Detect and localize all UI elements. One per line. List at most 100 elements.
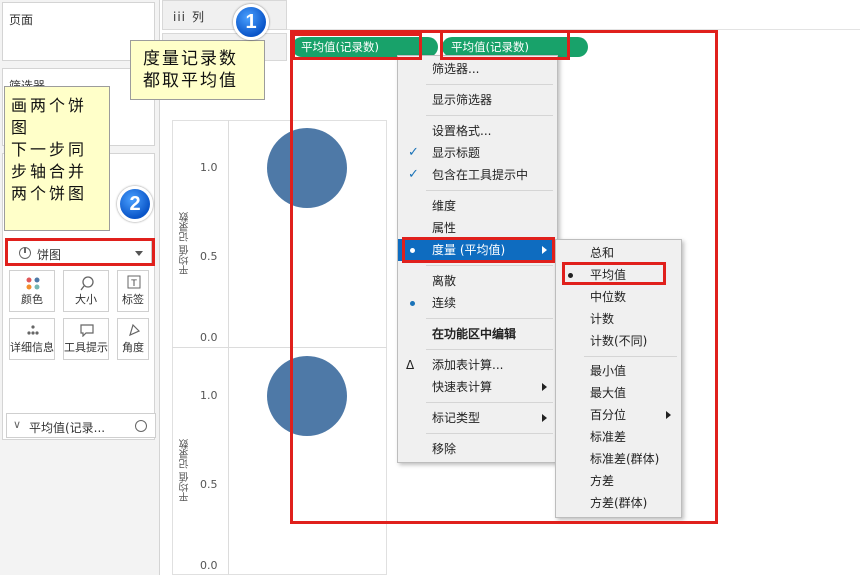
size-button[interactable]: 大小 — [63, 270, 109, 312]
menu-item-dimension[interactable]: 维度 — [398, 195, 557, 217]
tooltip-button[interactable]: 工具提示 — [63, 318, 109, 360]
callout-step1-line2: 都取平均值 — [143, 71, 238, 91]
bullet-icon — [568, 273, 573, 278]
callout-step2-line: 下一步同 — [11, 140, 88, 159]
menu-item-include-tooltip[interactable]: ✓ 包含在工具提示中 — [398, 164, 557, 186]
chevron-down-icon[interactable] — [135, 251, 143, 256]
callout-step1: 度量记录数 都取平均值 — [130, 40, 265, 100]
callout-step2-line: 图 — [11, 118, 28, 137]
submenu-item-median[interactable]: 中位数 — [556, 286, 681, 308]
menu-item-add-table-calc[interactable]: Δ 添加表计算... — [398, 354, 557, 376]
detail-button[interactable]: 详细信息 — [9, 318, 55, 360]
menu-item-quick-table-calc[interactable]: 快速表计算 — [398, 376, 557, 398]
menu-separator — [426, 84, 553, 85]
menu-item-attribute[interactable]: 属性 — [398, 217, 557, 239]
step-badge-2: 2 — [117, 186, 153, 222]
menu-separator — [426, 433, 553, 434]
pie-mark-bottom[interactable] — [267, 356, 347, 436]
pie-icon — [135, 420, 147, 432]
submenu-item-average[interactable]: 平均值 — [556, 264, 681, 286]
columns-label: iii 列 — [173, 10, 205, 24]
submenu-arrow-icon — [542, 383, 547, 391]
pie-icon — [19, 247, 31, 259]
menu-separator — [426, 190, 553, 191]
tick-label: 1.0 — [200, 161, 218, 174]
label-icon: T — [127, 275, 141, 289]
chevron-down-icon: ∨ — [13, 418, 22, 431]
submenu-item-stdev[interactable]: 标准差 — [556, 426, 681, 448]
submenu-item-count[interactable]: 计数 — [556, 308, 681, 330]
submenu-arrow-icon — [542, 414, 547, 422]
tick-label: 0.0 — [200, 559, 218, 572]
submenu-item-percentile[interactable]: 百分位 — [556, 404, 681, 426]
submenu-item-sum[interactable]: 总和 — [556, 242, 681, 264]
menu-item-show-filter[interactable]: 显示筛选器 — [398, 89, 557, 111]
submenu-item-max[interactable]: 最大值 — [556, 382, 681, 404]
submenu-item-stdevp[interactable]: 标准差(群体) — [556, 448, 681, 470]
menu-item-measure-average[interactable]: 度量 (平均值) — [398, 239, 557, 261]
menu-item-format[interactable]: 设置格式... — [398, 120, 557, 142]
submenu-item-varp[interactable]: 方差(群体) — [556, 492, 681, 514]
pie-mark-top[interactable] — [267, 128, 347, 208]
callout-step1-line1: 度量记录数 — [143, 49, 238, 69]
pane-divider — [172, 347, 387, 348]
angle-icon — [129, 323, 141, 337]
tick-label: 0.0 — [200, 331, 218, 344]
menu-separator — [426, 265, 553, 266]
tooltip-icon — [80, 324, 94, 337]
callout-step2: 画两个饼 图 下一步同 步轴合并 两个饼图 — [4, 86, 110, 231]
menu-item-discrete[interactable]: 离散 — [398, 270, 557, 292]
menu-item-show-header[interactable]: ✓ 显示标题 — [398, 142, 557, 164]
menu-separator — [426, 349, 553, 350]
angle-field-label: 平均值(记录... — [29, 421, 106, 435]
marks-type-dropdown[interactable]: 饼图 — [6, 240, 152, 265]
tick-label: 0.5 — [200, 478, 218, 491]
color-dots-icon — [26, 277, 40, 290]
callout-step2-line: 两个饼图 — [11, 184, 88, 203]
size-icon — [80, 276, 94, 291]
shelf-pill-2-label: 平均值(记录数) — [451, 40, 529, 54]
shelf-pill-avg-count-2[interactable]: 平均值(记录数) — [442, 37, 588, 57]
label-label: 标签 — [122, 293, 144, 306]
angle-label: 角度 — [122, 341, 144, 354]
color-label: 颜色 — [21, 293, 43, 306]
axis-title-top: 平均值 记录数 — [180, 211, 191, 275]
submenu-item-count-distinct[interactable]: 计数(不同) — [556, 330, 681, 352]
size-label: 大小 — [75, 293, 97, 306]
step-badge-1: 1 — [233, 4, 269, 40]
axis-title-bottom: 平均值 记录数 — [180, 438, 191, 502]
aggregation-submenu: 总和 平均值 中位数 计数 计数(不同) 最小值 最大值 百分位 标准差 标准差… — [555, 239, 682, 518]
checkmark-icon: ✓ — [408, 145, 419, 160]
menu-item-mark-type[interactable]: 标记类型 — [398, 407, 557, 429]
detail-icon — [27, 325, 39, 335]
columns-shelf-drop[interactable] — [287, 0, 860, 30]
submenu-arrow-icon — [542, 246, 547, 254]
svg-text:T: T — [130, 279, 137, 289]
color-button[interactable]: 颜色 — [9, 270, 55, 312]
delta-icon: Δ — [406, 358, 415, 372]
columns-icon: iii — [173, 10, 187, 24]
menu-separator — [584, 356, 677, 357]
menu-item-remove[interactable]: 移除 — [398, 438, 557, 460]
submenu-item-var[interactable]: 方差 — [556, 470, 681, 492]
tooltip-label: 工具提示 — [64, 341, 108, 354]
label-button[interactable]: T 标签 — [117, 270, 149, 312]
checkmark-icon: ✓ — [408, 167, 419, 182]
menu-separator — [426, 402, 553, 403]
menu-item-edit-in-shelf[interactable]: 在功能区中编辑 — [398, 323, 557, 345]
angle-field-pill[interactable]: ∨ 平均值(记录... — [6, 413, 156, 438]
submenu-item-min[interactable]: 最小值 — [556, 360, 681, 382]
menu-separator — [426, 318, 553, 319]
shelf-pill-avg-count-1[interactable]: 平均值(记录数) — [292, 37, 438, 57]
bullet-icon — [410, 301, 415, 306]
menu-item-filter[interactable]: 筛选器... — [398, 58, 557, 80]
marks-type-label: 饼图 — [37, 248, 62, 262]
menu-item-continuous[interactable]: 连续 — [398, 292, 557, 314]
context-menu: 筛选器... 显示筛选器 设置格式... ✓ 显示标题 ✓ 包含在工具提示中 维度 … — [397, 55, 558, 463]
callout-step2-line: 画两个饼 — [11, 96, 88, 115]
angle-button[interactable]: 角度 — [117, 318, 149, 360]
menu-separator — [426, 115, 553, 116]
pages-title: 页面 — [9, 13, 34, 27]
detail-label: 详细信息 — [10, 341, 54, 354]
submenu-arrow-icon — [666, 411, 671, 419]
